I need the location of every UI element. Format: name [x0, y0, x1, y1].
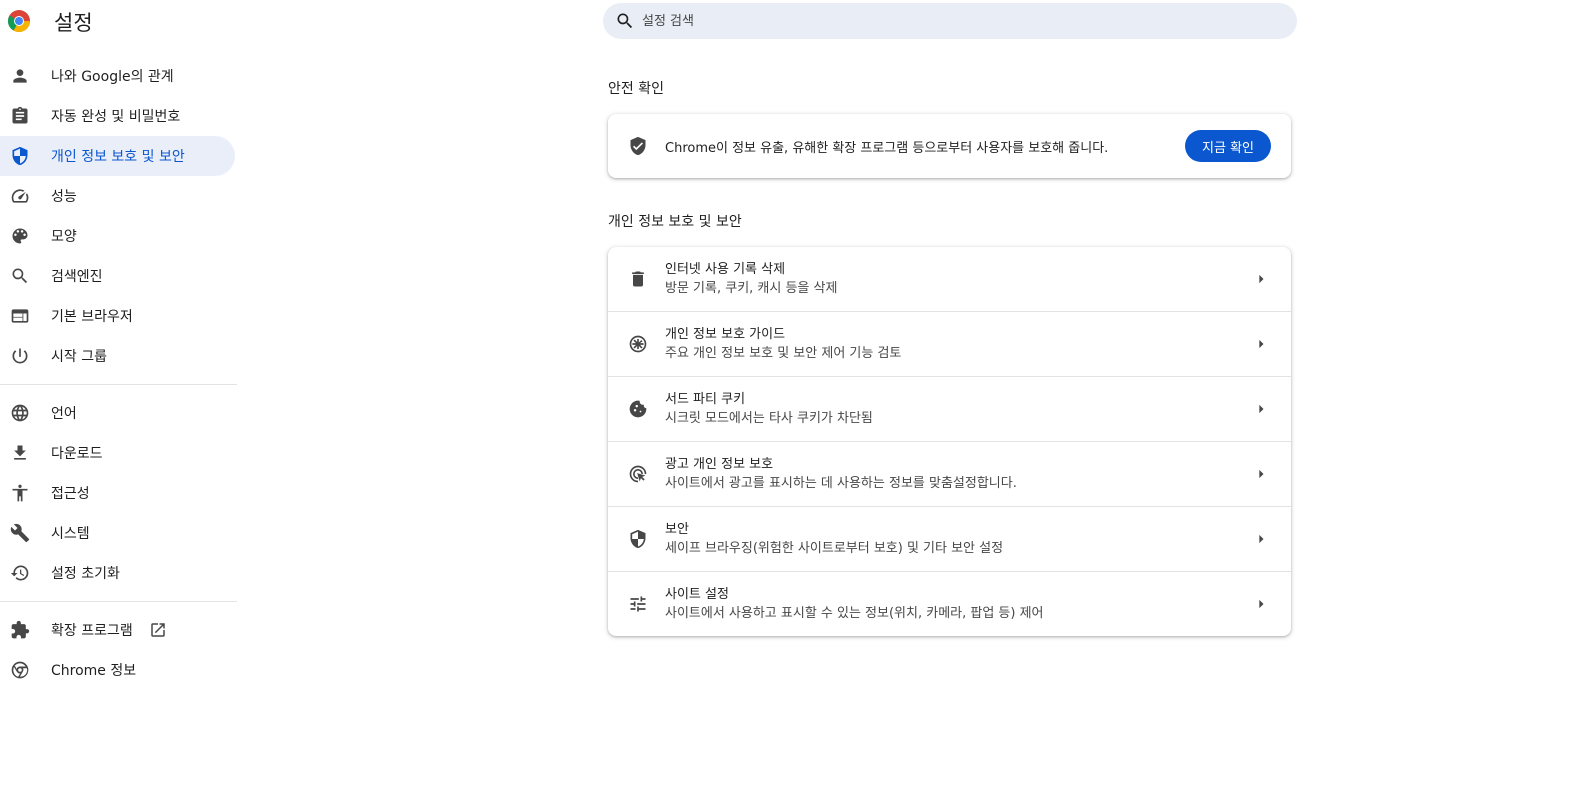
row-site-settings[interactable]: 사이트 설정 사이트에서 사용하고 표시할 수 있는 정보(위치, 카메라, 팝…	[608, 571, 1291, 636]
chrome-icon	[10, 660, 30, 680]
check-now-button[interactable]: 지금 확인	[1185, 130, 1271, 162]
row-title: 보안	[665, 522, 689, 537]
person-icon	[10, 66, 30, 86]
sidebar-item-label: 모양	[51, 229, 77, 245]
sidebar-item-label: 개인 정보 보호 및 보안	[51, 149, 185, 165]
row-title: 광고 개인 정보 보호	[665, 457, 774, 472]
arrow-right-icon	[1251, 334, 1271, 354]
row-third-party-cookies[interactable]: 서드 파티 쿠키 시크릿 모드에서는 타사 쿠키가 차단됨	[608, 376, 1291, 441]
row-subtitle: 세이프 브라우징(위험한 사이트로부터 보호) 및 기타 보안 설정	[665, 541, 1004, 556]
globe-icon	[10, 403, 30, 423]
sidebar-item-label: 시스템	[51, 526, 90, 542]
clipboard-icon	[10, 106, 30, 126]
sidebar-item-label: 확장 프로그램	[51, 623, 133, 639]
power-icon	[10, 346, 30, 366]
row-title: 개인 정보 보호 가이드	[665, 327, 786, 342]
arrow-right-icon	[1251, 269, 1271, 289]
row-clear-browsing-data[interactable]: 인터넷 사용 기록 삭제 방문 기록, 쿠키, 캐시 등을 삭제	[608, 247, 1291, 311]
privacy-card: 인터넷 사용 기록 삭제 방문 기록, 쿠키, 캐시 등을 삭제 개인 정보 보…	[608, 247, 1291, 636]
privacy-heading: 개인 정보 보호 및 보안	[608, 214, 742, 230]
shield-icon	[10, 146, 30, 166]
row-subtitle: 사이트에서 사용하고 표시할 수 있는 정보(위치, 카메라, 팝업 등) 제어	[665, 606, 1044, 621]
wrench-icon	[10, 523, 30, 543]
sidebar-item-about-chrome[interactable]: Chrome 정보	[0, 650, 235, 690]
tune-icon	[628, 594, 648, 614]
arrow-right-icon	[1251, 529, 1271, 549]
sidebar-divider	[0, 384, 237, 385]
sidebar-item-on-startup[interactable]: 시작 그룹	[0, 336, 235, 376]
sidebar-item-label: 언어	[51, 406, 77, 422]
row-title: 인터넷 사용 기록 삭제	[665, 262, 786, 277]
accessibility-icon	[10, 483, 30, 503]
row-title: 사이트 설정	[665, 587, 729, 602]
sidebar-item-you-and-google[interactable]: 나와 Google의 관계	[0, 56, 235, 96]
sidebar-item-label: 접근성	[51, 486, 90, 502]
search-input[interactable]	[640, 12, 1244, 30]
sidebar-item-label: 시작 그룹	[51, 349, 107, 365]
security-shield-icon	[628, 529, 648, 549]
row-subtitle: 시크릿 모드에서는 타사 쿠키가 차단됨	[665, 411, 873, 426]
safety-check-heading: 안전 확인	[608, 81, 664, 97]
speedometer-icon	[10, 186, 30, 206]
arrow-right-icon	[1251, 399, 1271, 419]
download-icon	[10, 443, 30, 463]
arrow-right-icon	[1251, 594, 1271, 614]
sidebar-divider	[0, 601, 237, 602]
row-security[interactable]: 보안 세이프 브라우징(위험한 사이트로부터 보호) 및 기타 보안 설정	[608, 506, 1291, 571]
row-title: 서드 파티 쿠키	[665, 392, 746, 407]
row-ad-privacy[interactable]: 광고 개인 정보 보호 사이트에서 광고를 표시하는 데 사용하는 정보를 맞춤…	[608, 441, 1291, 506]
sidebar-item-appearance[interactable]: 모양	[0, 216, 235, 256]
sidebar-item-languages[interactable]: 언어	[0, 393, 235, 433]
compass-icon	[628, 334, 648, 354]
sidebar-item-label: 나와 Google의 관계	[51, 69, 174, 85]
cookie-icon	[628, 399, 648, 419]
sidebar-item-privacy[interactable]: 개인 정보 보호 및 보안	[0, 136, 235, 176]
safety-check-text: Chrome이 정보 유출, 유해한 확장 프로그램 등으로부터 사용자를 보호…	[665, 140, 1109, 156]
search-icon	[10, 266, 30, 286]
chrome-logo-icon	[7, 9, 31, 33]
search-bar[interactable]	[603, 3, 1297, 39]
search-icon	[617, 13, 633, 29]
sidebar-item-autofill[interactable]: 자동 완성 및 비밀번호	[0, 96, 235, 136]
sidebar-item-label: Chrome 정보	[51, 663, 137, 679]
row-subtitle: 사이트에서 광고를 표시하는 데 사용하는 정보를 맞춤설정합니다.	[665, 476, 1017, 491]
open-in-new-icon	[149, 621, 167, 639]
sidebar-item-search-engine[interactable]: 검색엔진	[0, 256, 235, 296]
row-subtitle: 주요 개인 정보 보호 및 보안 제어 기능 검토	[665, 346, 902, 361]
sidebar-item-reset-settings[interactable]: 설정 초기화	[0, 553, 235, 593]
puzzle-icon	[10, 620, 30, 640]
sidebar-item-accessibility[interactable]: 접근성	[0, 473, 235, 513]
sidebar-item-label: 검색엔진	[51, 269, 103, 285]
sidebar-item-system[interactable]: 시스템	[0, 513, 235, 553]
safety-check-card: Chrome이 정보 유출, 유해한 확장 프로그램 등으로부터 사용자를 보호…	[608, 114, 1291, 178]
row-privacy-guide[interactable]: 개인 정보 보호 가이드 주요 개인 정보 보호 및 보안 제어 기능 검토	[608, 311, 1291, 376]
arrow-right-icon	[1251, 464, 1271, 484]
sidebar-item-default-browser[interactable]: 기본 브라우저	[0, 296, 235, 336]
palette-icon	[10, 226, 30, 246]
sidebar-item-label: 설정 초기화	[51, 566, 120, 582]
history-icon	[10, 563, 30, 583]
sidebar-item-downloads[interactable]: 다운로드	[0, 433, 235, 473]
trash-icon	[628, 269, 648, 289]
sidebar-item-label: 성능	[51, 189, 77, 205]
sidebar-item-extensions[interactable]: 확장 프로그램	[0, 610, 235, 650]
ad-privacy-icon	[628, 464, 648, 484]
sidebar-item-label: 다운로드	[51, 446, 103, 462]
sidebar-item-performance[interactable]: 성능	[0, 176, 235, 216]
browser-icon	[10, 306, 30, 326]
sidebar: 나와 Google의 관계 자동 완성 및 비밀번호 개인 정보 보호 및 보안…	[0, 56, 237, 690]
sidebar-item-label: 자동 완성 및 비밀번호	[51, 109, 181, 125]
row-subtitle: 방문 기록, 쿠키, 캐시 등을 삭제	[665, 281, 838, 296]
sidebar-item-label: 기본 브라우저	[51, 309, 133, 325]
verified-shield-icon	[628, 136, 648, 156]
page-title: 설정	[54, 11, 93, 35]
